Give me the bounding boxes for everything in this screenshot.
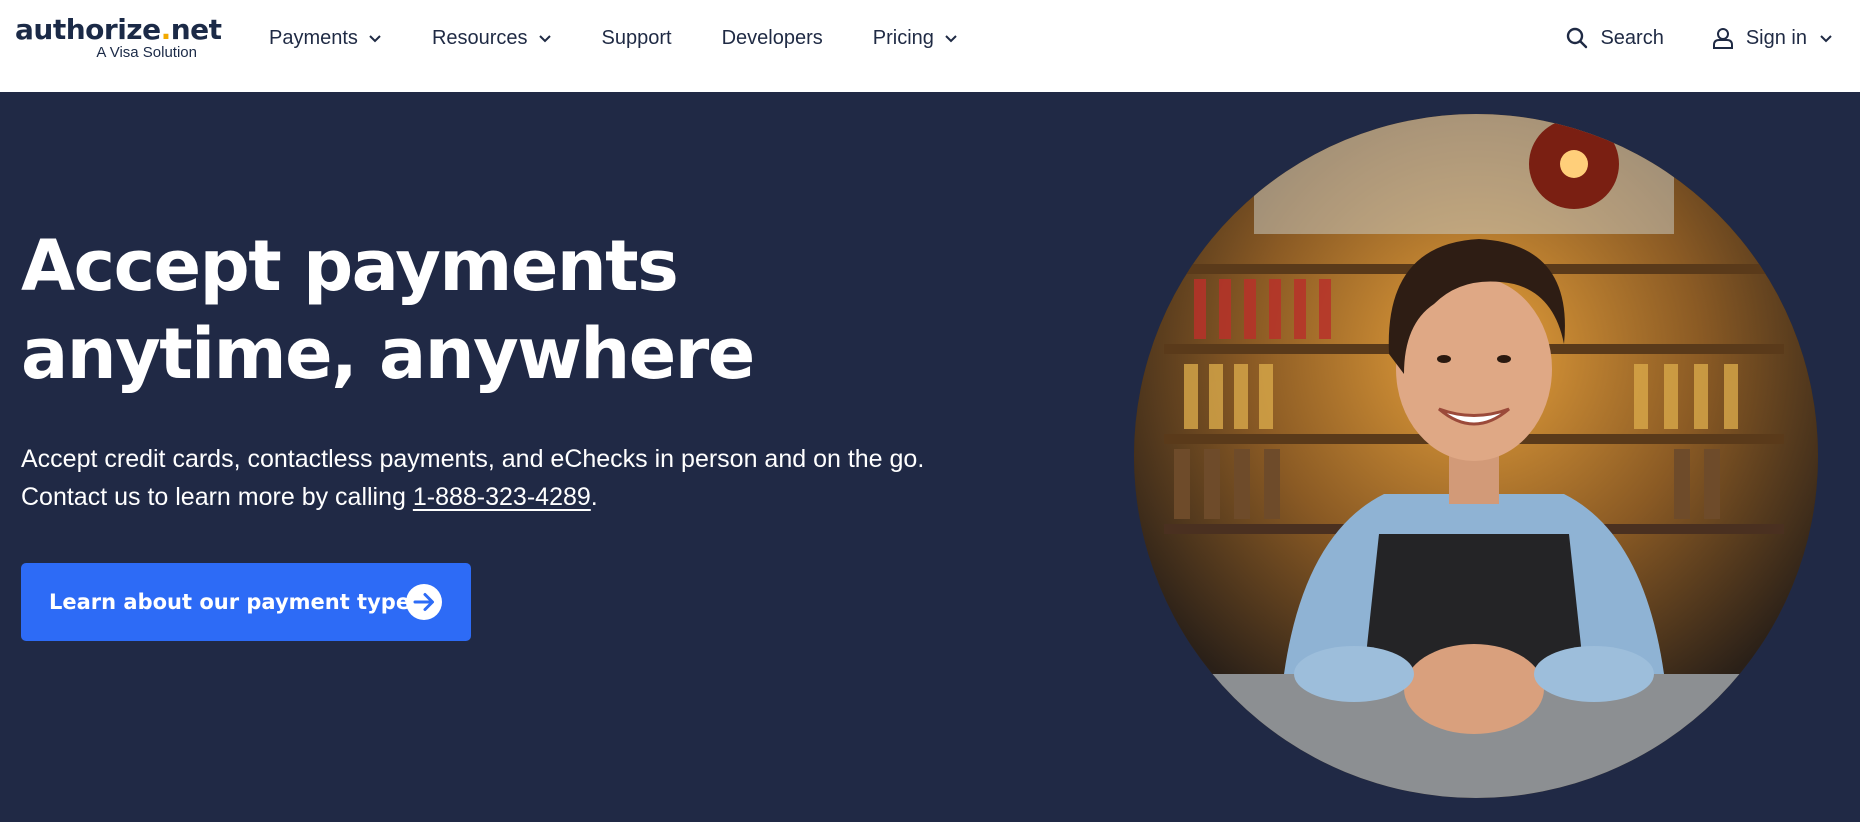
nav-item-resources[interactable]: Resources xyxy=(432,27,552,50)
hero-photo xyxy=(1134,114,1818,798)
nav-label-pricing: Pricing xyxy=(872,26,934,49)
nav-label-developers: Developers xyxy=(721,26,823,49)
user-icon xyxy=(1712,28,1733,49)
nav-item-payments[interactable]: Payments xyxy=(269,27,382,50)
sign-in-button[interactable]: Sign in xyxy=(1712,27,1845,50)
hero-title: Accept payments anytime, anywhere xyxy=(21,225,755,395)
hero-photo-illustration xyxy=(1134,114,1818,798)
sign-in-label: Sign in xyxy=(1745,26,1807,49)
search-label: Search xyxy=(1600,26,1664,49)
search-button[interactable]: Search xyxy=(1566,26,1664,50)
chevron-down-icon xyxy=(1820,35,1832,43)
phone-link[interactable]: 1-888-323-4289 xyxy=(413,483,591,511)
chevron-down-icon xyxy=(369,35,381,43)
hero-section: Accept payments anytime, anywhere Accept… xyxy=(0,92,1860,822)
arrow-right-circle-icon xyxy=(406,584,442,620)
chevron-down-icon xyxy=(945,35,957,43)
brand-logo[interactable]: authorize.net A Visa Solution xyxy=(15,13,222,62)
chevron-down-icon xyxy=(538,35,551,43)
main-nav: Payments Resources Support Developers Pr… xyxy=(269,0,1008,76)
logo-wordmark: authorize.net xyxy=(15,13,222,46)
nav-item-developers[interactable]: Developers xyxy=(722,27,823,50)
cta-label: Learn about our payment types xyxy=(49,590,423,614)
nav-item-support[interactable]: Support xyxy=(602,27,672,50)
learn-payment-types-button[interactable]: Learn about our payment types xyxy=(21,563,471,641)
hero-description: Accept credit cards, contactless payment… xyxy=(21,440,941,516)
search-icon xyxy=(1567,27,1588,49)
utility-nav: Search Sign in xyxy=(1566,0,1845,76)
logo-tagline: A Visa Solution xyxy=(96,44,197,61)
site-header: authorize.net A Visa Solution Payments R… xyxy=(0,0,1860,92)
nav-label-payments: Payments xyxy=(269,26,358,49)
nav-item-pricing[interactable]: Pricing xyxy=(873,27,958,50)
hero-description-end: . xyxy=(590,483,598,511)
nav-label-support: Support xyxy=(601,26,672,49)
nav-label-resources: Resources xyxy=(431,26,528,49)
